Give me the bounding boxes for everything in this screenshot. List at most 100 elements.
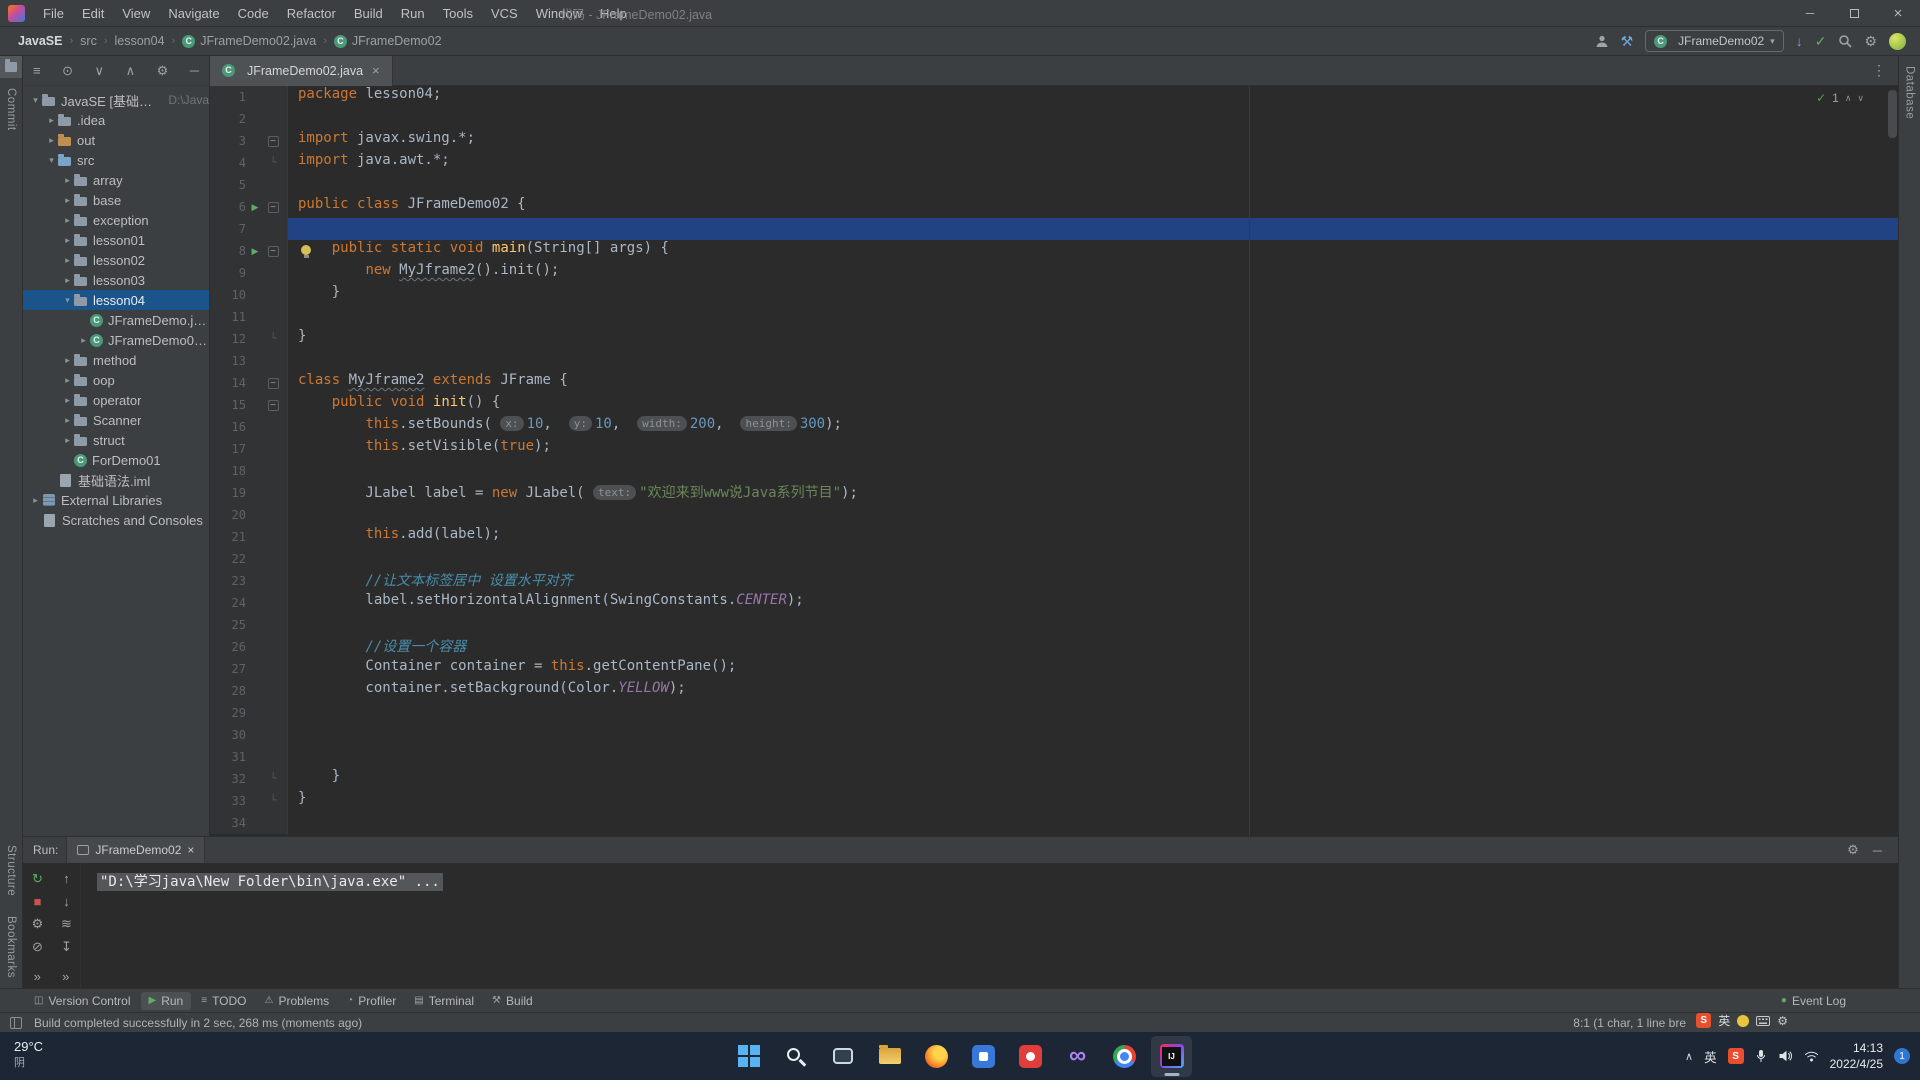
- run-tab[interactable]: JFrameDemo02 ×: [66, 837, 206, 863]
- run-gutter-icon[interactable]: ▶: [246, 196, 264, 218]
- close-button[interactable]: ×: [1876, 0, 1920, 26]
- tree-item-fordemo01[interactable]: C ForDemo01: [23, 450, 209, 470]
- tree-item-struct[interactable]: ▸ struct: [23, 430, 209, 450]
- microphone-icon[interactable]: [1755, 1049, 1767, 1063]
- editor-tab[interactable]: C JFrameDemo02.java ×: [210, 55, 393, 86]
- taskbar-clock[interactable]: 14:13 2022/4/25: [1830, 1040, 1883, 1072]
- tree-chevron-icon[interactable]: ▸: [45, 135, 58, 146]
- toolwindow-project-button[interactable]: [0, 56, 22, 78]
- tab-close-icon[interactable]: ×: [372, 63, 380, 78]
- code-line-7[interactable]: 7: [210, 218, 1898, 240]
- menu-navigate[interactable]: Navigate: [159, 6, 228, 21]
- search-icon[interactable]: [1838, 34, 1853, 48]
- settings-gear-icon[interactable]: ⚙: [1864, 33, 1877, 50]
- collapse-all-icon[interactable]: ∧: [126, 63, 136, 79]
- code-line-34[interactable]: 34: [210, 812, 1898, 834]
- caret-position[interactable]: 8:1 (1 char, 1 line bre: [1573, 1016, 1686, 1030]
- toolwindow-bookmarks-button[interactable]: Bookmarks: [5, 906, 17, 988]
- tree-item-scanner[interactable]: ▸ Scanner: [23, 410, 209, 430]
- tree-item-out[interactable]: ▸ out: [23, 130, 209, 150]
- emoji-icon[interactable]: [1737, 1014, 1750, 1027]
- tree-chevron-icon[interactable]: ▸: [61, 275, 74, 286]
- menu-code[interactable]: Code: [229, 6, 278, 21]
- code-line-23[interactable]: 23 //让文本标签居中 设置水平对齐: [210, 570, 1898, 592]
- run-settings-gear-icon[interactable]: ⚙: [1847, 842, 1859, 858]
- toolwindow-structure-button[interactable]: Structure: [5, 835, 17, 906]
- soft-wrap-icon[interactable]: ≋: [61, 916, 72, 932]
- more-options-icon[interactable]: »: [62, 969, 69, 984]
- tree-chevron-icon[interactable]: ▾: [45, 155, 58, 166]
- code-line-27[interactable]: 27 Container container = this.getContent…: [210, 658, 1898, 680]
- code-line-28[interactable]: 28 container.setBackground(Color.YELLOW)…: [210, 680, 1898, 702]
- tree-item-external-libraries[interactable]: ▸ External Libraries: [23, 490, 209, 510]
- code-line-29[interactable]: 29: [210, 702, 1898, 724]
- toolwindow-button-todo[interactable]: ≡ TODO: [193, 992, 254, 1010]
- taskbar-file-explorer-icon[interactable]: [869, 1036, 910, 1077]
- menu-run[interactable]: Run: [392, 6, 434, 21]
- code-line-24[interactable]: 24 label.setHorizontalAlignment(SwingCon…: [210, 592, 1898, 614]
- menu-vcs[interactable]: VCS: [482, 6, 527, 21]
- clear-console-icon[interactable]: ⊘: [32, 939, 43, 955]
- tree-chevron-icon[interactable]: ▸: [29, 495, 42, 506]
- taskbar-firefox-icon[interactable]: [916, 1036, 957, 1077]
- tree-item-scratches-and-consoles[interactable]: Scratches and Consoles: [23, 510, 209, 530]
- fold-collapse-icon[interactable]: −: [267, 201, 279, 213]
- toolwindow-database-button[interactable]: Database: [1904, 56, 1916, 129]
- tray-ime-indicator[interactable]: 英: [1704, 1047, 1717, 1066]
- rerun-button[interactable]: ↻: [32, 871, 43, 887]
- tree-chevron-icon[interactable]: ▸: [61, 255, 74, 266]
- code-line-5[interactable]: 5: [210, 174, 1898, 196]
- tree-chevron-icon[interactable]: ▸: [61, 215, 74, 226]
- menu-edit[interactable]: Edit: [73, 6, 113, 21]
- run-tab-close-icon[interactable]: ×: [187, 843, 194, 857]
- code-line-18[interactable]: 18: [210, 460, 1898, 482]
- code-line-10[interactable]: 10 }: [210, 284, 1898, 306]
- view-options-icon[interactable]: ≡: [33, 63, 41, 78]
- select-opened-file-icon[interactable]: ⊙: [62, 63, 73, 79]
- editor-scrollbar[interactable]: [1888, 90, 1897, 138]
- code-line-21[interactable]: 21 this.add(label);: [210, 526, 1898, 548]
- tree-item-javase[interactable]: ▾ JavaSE [基础语法] D:\Java: [23, 90, 209, 110]
- code-line-16[interactable]: 16 this.setBounds( x: 10, y: 10, width: 200…: [210, 416, 1898, 438]
- prev-problem-icon[interactable]: ∧: [1845, 93, 1852, 104]
- code-line-30[interactable]: 30: [210, 724, 1898, 746]
- taskbar-visual-studio-icon[interactable]: ∞: [1057, 1036, 1098, 1077]
- tree-item-operator[interactable]: ▸ operator: [23, 390, 209, 410]
- menu-refactor[interactable]: Refactor: [278, 6, 345, 21]
- vcs-commit-icon[interactable]: ✓: [1815, 33, 1827, 50]
- taskbar-search-icon[interactable]: [775, 1036, 816, 1077]
- taskbar-app-red-icon[interactable]: [1010, 1036, 1051, 1077]
- code-line-14[interactable]: 14− class MyJframe2 extends JFrame {: [210, 372, 1898, 394]
- toolwindow-switcher-icon[interactable]: [10, 1016, 22, 1029]
- run-config-select[interactable]: C JFrameDemo02 ▾: [1645, 30, 1784, 52]
- menu-view[interactable]: View: [113, 6, 159, 21]
- code-line-4[interactable]: 4 └ import java.awt.*;: [210, 152, 1898, 174]
- fold-collapse-icon[interactable]: −: [267, 377, 279, 389]
- code-line-26[interactable]: 26 //设置一个容器: [210, 636, 1898, 658]
- code-line-11[interactable]: 11: [210, 306, 1898, 328]
- down-stack-trace-icon[interactable]: ↓: [63, 894, 70, 909]
- tree-item-jframedemo02-java[interactable]: ▸C JFrameDemo02.java: [23, 330, 209, 350]
- tree-chevron-icon[interactable]: ▸: [61, 175, 74, 186]
- fold-collapse-icon[interactable]: −: [267, 399, 279, 411]
- taskbar-task-view-icon[interactable]: [822, 1036, 863, 1077]
- more-options-icon[interactable]: »: [34, 969, 41, 984]
- hide-run-panel-icon[interactable]: ─: [1873, 843, 1882, 858]
- tree-item-oop[interactable]: ▸ oop: [23, 370, 209, 390]
- panel-settings-icon[interactable]: ⚙: [157, 63, 169, 79]
- tree-chevron-icon[interactable]: ▸: [61, 375, 74, 386]
- tree-item-method[interactable]: ▸ method: [23, 350, 209, 370]
- toolwindow-commit-button[interactable]: Commit: [5, 78, 17, 141]
- tree-chevron-icon[interactable]: ▸: [61, 435, 74, 446]
- sogou-tray-icon[interactable]: S: [1727, 1048, 1744, 1064]
- user-icon[interactable]: [1595, 34, 1609, 48]
- profile-avatar[interactable]: [1889, 32, 1906, 50]
- intention-bulb-icon[interactable]: [301, 245, 311, 258]
- code-line-3[interactable]: 3− import javax.swing.*;: [210, 130, 1898, 152]
- tree-item-exception[interactable]: ▸ exception: [23, 210, 209, 230]
- code-line-1[interactable]: 1 package lesson04;: [210, 86, 1898, 108]
- tree-item-lesson03[interactable]: ▸ lesson03: [23, 270, 209, 290]
- menu-build[interactable]: Build: [345, 6, 392, 21]
- code-line-13[interactable]: 13: [210, 350, 1898, 372]
- toolwindow-button-terminal[interactable]: ▤ Terminal: [406, 992, 482, 1010]
